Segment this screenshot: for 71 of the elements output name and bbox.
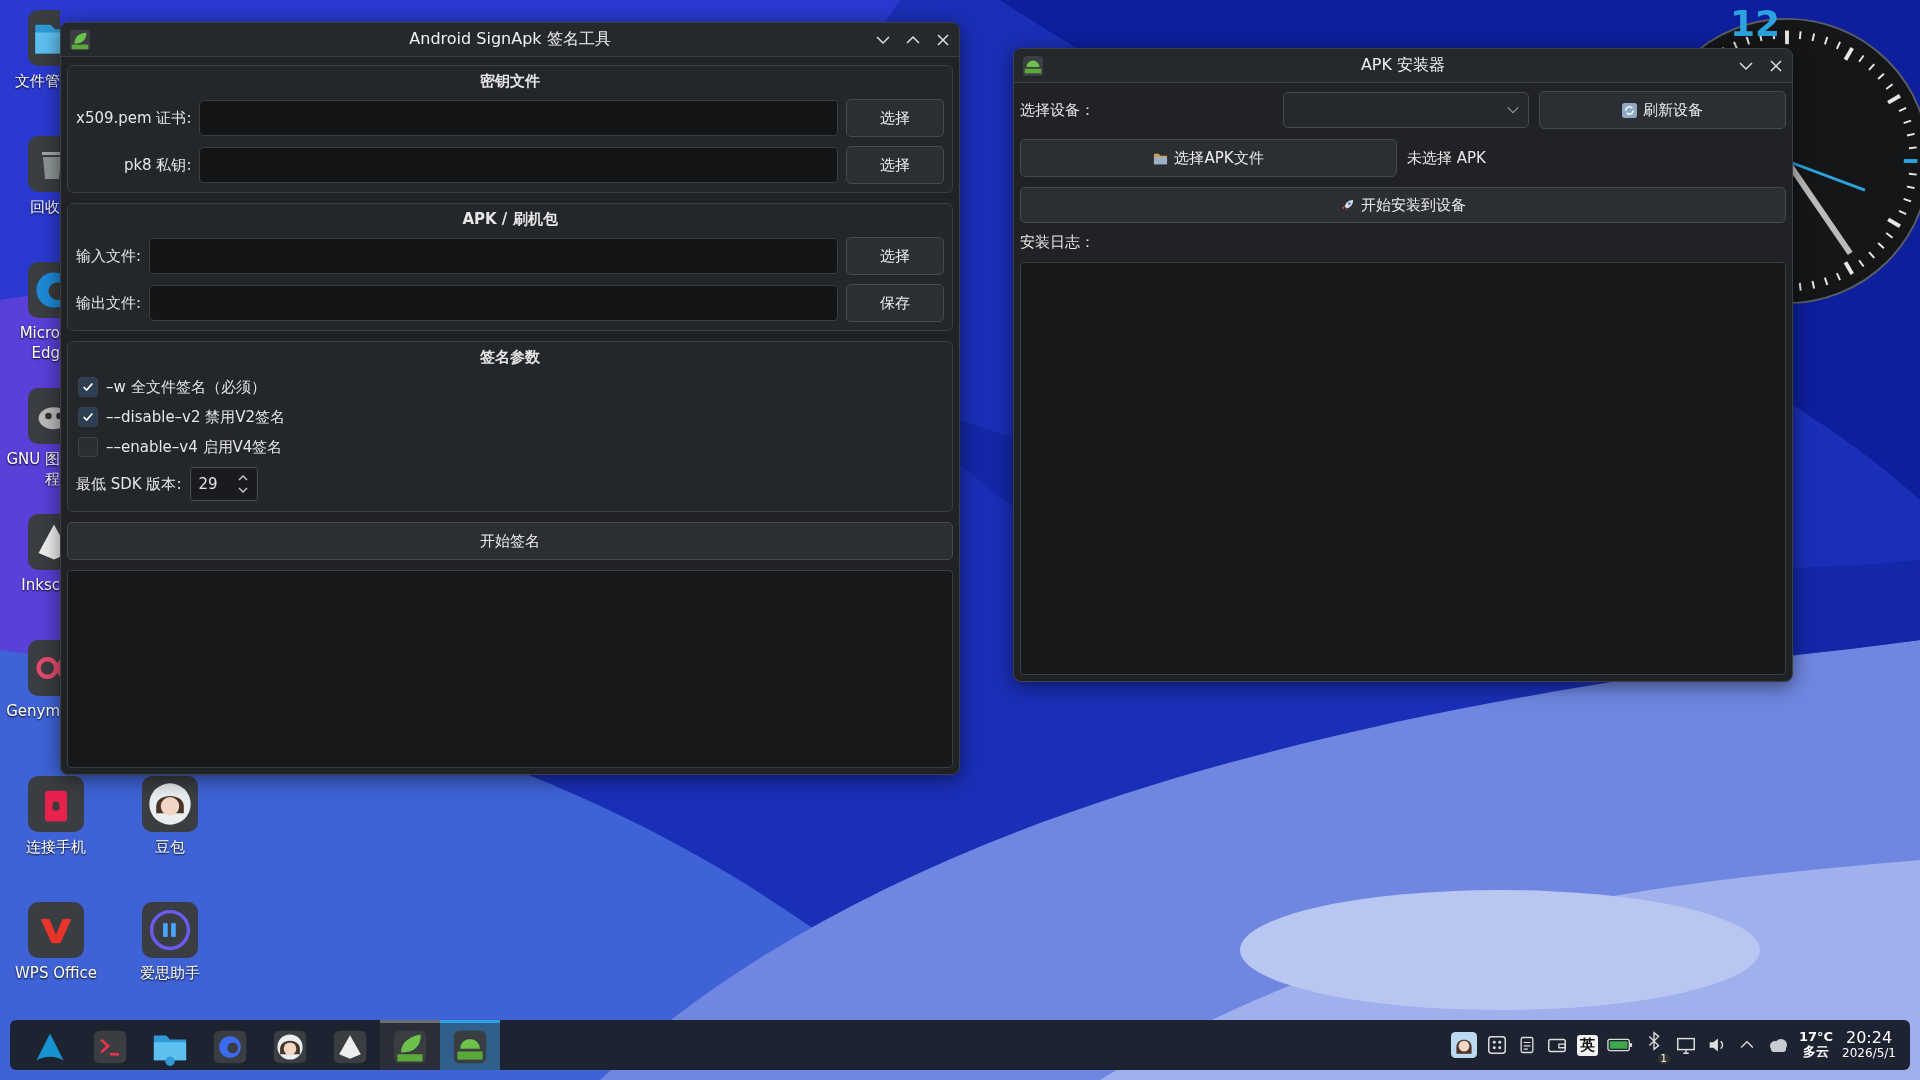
input-field[interactable] <box>199 147 838 183</box>
desktop-icon-label: WPS Office <box>15 964 97 984</box>
desktop-icon-label: Inksc <box>21 576 60 596</box>
desktop-icon-label: Micro Edg <box>19 324 60 363</box>
option-label: ––disable–v2 禁用V2签名 <box>106 407 286 427</box>
window-title: Android SignApk 签名工具 <box>409 29 611 50</box>
choose-apk-button[interactable]: 选择APK文件 <box>1020 139 1397 177</box>
avatar-icon[interactable] <box>142 776 198 832</box>
desktop-icon-label: 连接手机 <box>26 838 86 858</box>
option-label: –w 全文件签名（必须） <box>106 377 266 397</box>
desktop-icon-label: Genym <box>6 702 60 722</box>
check-icon <box>81 380 95 394</box>
field-label: x509.pem 证书: <box>76 108 192 128</box>
leaf-apk-icon[interactable] <box>380 1020 440 1070</box>
group-title: 签名参数 <box>480 348 540 367</box>
browse-button[interactable]: 选择 <box>846 237 944 275</box>
apk-status-text: 未选择 APK <box>1407 148 1486 168</box>
input-field[interactable] <box>149 238 838 274</box>
desktop-icon-label: 回收 <box>30 198 60 218</box>
close-icon[interactable] <box>935 31 951 48</box>
input-field[interactable] <box>199 100 838 136</box>
app-grid-icon[interactable] <box>1485 1034 1508 1056</box>
group-title: 密钥文件 <box>480 72 540 91</box>
desktop-icon-label: 爱思助手 <box>140 964 200 984</box>
field-label: 最低 SDK 版本: <box>76 474 182 494</box>
field-label: 选择设备： <box>1020 100 1096 120</box>
trash-icon[interactable] <box>28 136 60 192</box>
input-field[interactable] <box>149 285 838 321</box>
refresh-icon <box>1622 102 1637 118</box>
field-label: pk8 私钥: <box>123 155 192 175</box>
check-icon <box>81 410 95 424</box>
circle-logo-icon[interactable] <box>142 902 198 958</box>
close-icon[interactable] <box>1768 57 1784 74</box>
desktop-icon-label: 文件管 <box>15 72 60 92</box>
phone-icon[interactable] <box>28 776 84 832</box>
ring-icon[interactable] <box>28 640 60 696</box>
window-title: APK 安装器 <box>1360 55 1446 76</box>
refresh-button[interactable]: 刷新设备 <box>1539 91 1786 129</box>
spin-box[interactable]: 29 <box>189 467 258 501</box>
checkbox[interactable] <box>78 407 98 427</box>
leaf-apk-icon <box>69 28 91 51</box>
field-label: 输出文件: <box>76 293 142 313</box>
field-label: 输入文件: <box>76 246 142 266</box>
browse-button[interactable]: 保存 <box>846 284 944 322</box>
group-title: APK / 刷机包 <box>462 210 558 229</box>
browse-button[interactable]: 选择 <box>846 146 944 184</box>
desktop-icon-label: 豆包 <box>155 838 185 858</box>
office-icon[interactable] <box>28 902 84 958</box>
time-text: 20:24 <box>1846 1028 1893 1048</box>
log-label: 安装日志： <box>1020 233 1096 252</box>
android-apk-icon <box>1022 54 1044 77</box>
checkbox[interactable] <box>78 437 98 457</box>
avatar-icon[interactable] <box>1450 1032 1477 1058</box>
browser-icon[interactable] <box>28 262 60 318</box>
device-count-badge: 1 <box>1657 1053 1670 1064</box>
weather-text: 多云 <box>1803 1045 1829 1060</box>
browse-button[interactable]: 选择 <box>846 99 944 137</box>
folder-icon[interactable] <box>28 10 60 66</box>
checkbox[interactable] <box>78 377 98 397</box>
rocket-icon <box>1340 197 1355 213</box>
mascot-icon[interactable] <box>28 388 60 444</box>
battery-icon[interactable] <box>1606 1037 1633 1053</box>
start-sign-button[interactable]: 开始签名 <box>67 522 953 560</box>
android-apk-icon[interactable] <box>440 1020 500 1070</box>
option-label: ––enable–v4 启用V4签名 <box>106 437 283 457</box>
pen-nib-icon[interactable] <box>28 514 60 570</box>
temperature-text: 17°C <box>1798 1030 1834 1045</box>
desktop-icon-label: GNU 图程 <box>5 450 60 489</box>
install-button[interactable]: 开始安装到设备 <box>1020 187 1786 223</box>
input-method-indicator[interactable]: 英 <box>1576 1034 1598 1056</box>
date-text: 2026/5/1 <box>1842 1047 1896 1062</box>
